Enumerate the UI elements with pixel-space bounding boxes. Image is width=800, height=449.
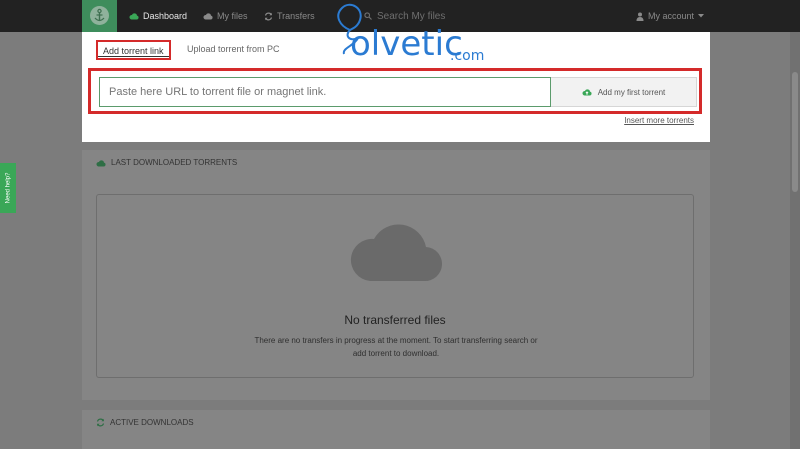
refresh-icon: [96, 418, 105, 427]
cloud-icon: [129, 13, 139, 20]
active-downloads-header: ACTIVE DOWNLOADS: [96, 418, 194, 427]
active-downloads-panel: ACTIVE DOWNLOADS: [82, 410, 710, 449]
nav-dashboard[interactable]: Dashboard: [129, 0, 187, 32]
watermark-name: olvetic: [350, 24, 463, 64]
last-downloaded-title: LAST DOWNLOADED TORRENTS: [111, 158, 238, 167]
empty-state: No transferred files There are no transf…: [96, 194, 694, 378]
scrollbar-thumb[interactable]: [792, 72, 798, 192]
tab-add-torrent-link[interactable]: Add torrent link: [96, 40, 171, 60]
page-scrollbar[interactable]: [790, 32, 800, 449]
need-help-label: Need help?: [5, 172, 12, 204]
cloud-icon: [96, 159, 106, 166]
active-downloads-title: ACTIVE DOWNLOADS: [110, 418, 194, 427]
nav-my-files-label: My files: [217, 11, 248, 21]
add-torrent-button[interactable]: Add my first torrent: [551, 77, 697, 107]
nav-my-files[interactable]: My files: [203, 0, 248, 32]
refresh-icon: [264, 12, 273, 20]
account-label: My account: [647, 11, 694, 21]
cloud-large-icon: [350, 224, 442, 282]
account-menu[interactable]: My account: [636, 0, 704, 32]
logo[interactable]: [82, 0, 117, 32]
need-help-tab[interactable]: Need help?: [0, 163, 16, 213]
nav-transfers-label: Transfers: [277, 11, 315, 21]
solvetic-watermark: olvetic .com: [320, 2, 490, 66]
watermark-domain: .com: [450, 48, 485, 64]
insert-more-torrents-link[interactable]: Insert more torrents: [624, 116, 694, 125]
last-downloaded-header: LAST DOWNLOADED TORRENTS: [96, 158, 237, 167]
empty-state-title: No transferred files: [344, 313, 446, 327]
caret-down-icon: [698, 14, 704, 18]
anchor-icon: [90, 6, 109, 25]
torrent-input-group: Add my first torrent: [88, 68, 702, 114]
tab-upload-torrent[interactable]: Upload torrent from PC: [187, 40, 280, 60]
add-torrent-button-label: Add my first torrent: [597, 87, 666, 97]
torrent-url-input[interactable]: [99, 77, 551, 107]
last-downloaded-panel: LAST DOWNLOADED TORRENTS No transferred …: [82, 150, 710, 400]
cloud-icon: [203, 13, 213, 20]
user-icon: [636, 12, 644, 21]
cloud-upload-icon: [582, 89, 592, 96]
nav-dashboard-label: Dashboard: [143, 11, 188, 21]
empty-state-description: There are no transfers in progress at th…: [254, 336, 538, 358]
nav-transfers[interactable]: Transfers: [264, 0, 315, 32]
